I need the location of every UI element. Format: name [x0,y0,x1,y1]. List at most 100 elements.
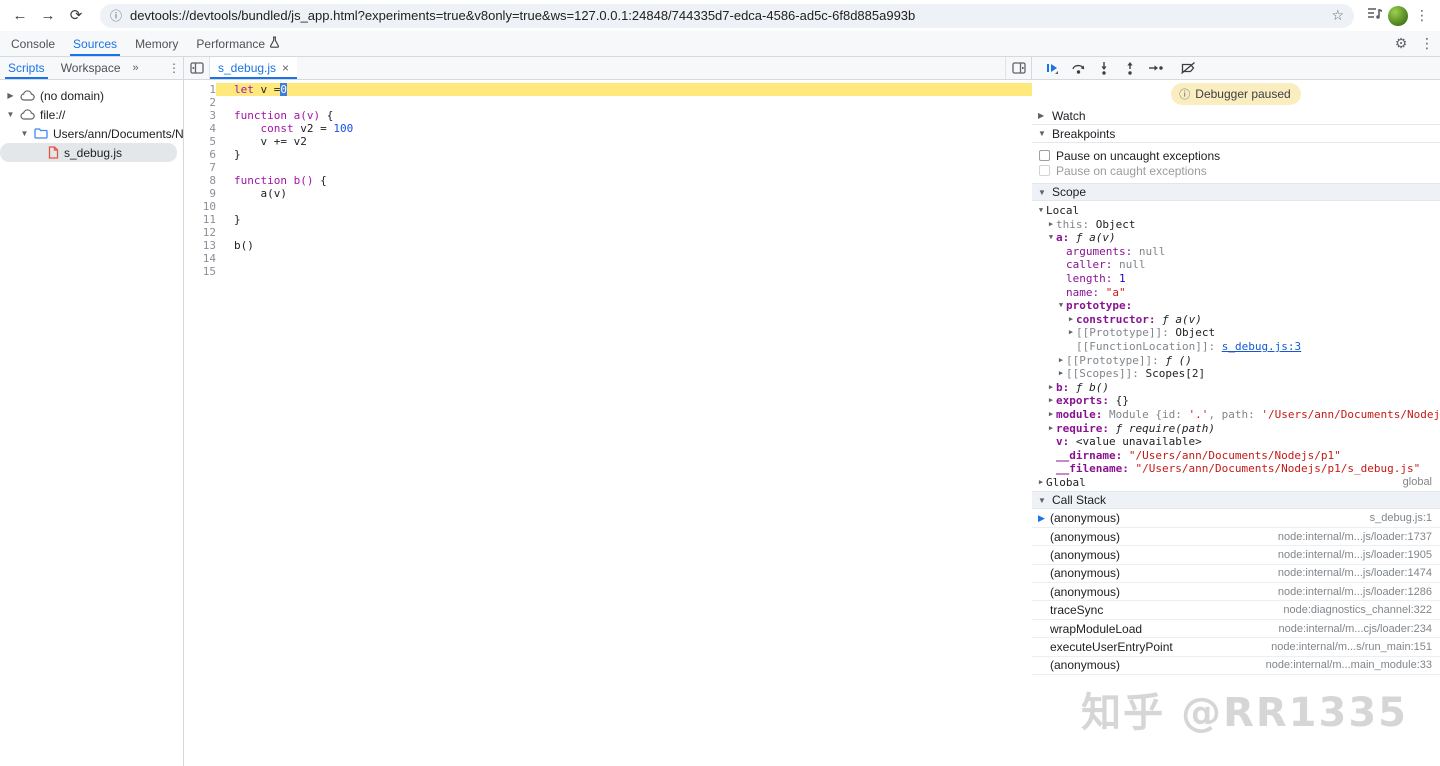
scope-key: caller: [1066,258,1119,272]
navigator-more-icon[interactable]: ⋮ [165,57,183,79]
pause-caught-exceptions-row[interactable]: Pause on caught exceptions [1032,163,1440,178]
code-line[interactable]: 4 const v2 = 100 [184,122,1032,135]
toggle-debugger-sidebar-icon[interactable] [1005,57,1031,79]
call-stack-frame[interactable]: (anonymous)node:internal/m...js/loader:1… [1032,546,1440,564]
scope-row[interactable]: ▶[[Scopes]]: Scopes[2] [1032,367,1440,381]
tab-performance[interactable]: Performance [187,31,289,56]
code-line[interactable]: 9 a(v) [184,187,1032,200]
url-text[interactable]: devtools://devtools/bundled/js_app.html?… [130,8,1323,23]
code-line[interactable]: 2 [184,96,1032,109]
tab-sources[interactable]: Sources [64,31,126,56]
call-stack-frame[interactable]: (anonymous)node:internal/m...js/loader:1… [1032,528,1440,546]
tab-console[interactable]: Console [2,31,64,56]
profile-avatar[interactable] [1388,6,1408,26]
scope-row[interactable]: ▶exports: {} [1032,394,1440,408]
pause-uncaught-exceptions-row[interactable]: Pause on uncaught exceptions [1032,148,1440,163]
scope-row[interactable]: __dirname: "/Users/ann/Documents/Nodejs/… [1032,449,1440,463]
bookmark-star-icon[interactable]: ☆ [1331,7,1344,24]
close-tab-icon[interactable]: × [282,61,289,75]
deactivate-breakpoints-icon[interactable] [1176,58,1200,78]
code-line[interactable]: 13b() [184,239,1032,252]
devtools-menu-icon[interactable]: ⋮ [1414,31,1440,56]
code-editor[interactable]: 1let v =023function a(v) {4 const v2 = 1… [184,80,1032,766]
tree-item-file-[interactable]: ▼file:// [0,105,183,124]
editor-tab-s-debug[interactable]: s_debug.js × [210,57,297,79]
tab-scripts[interactable]: Scripts [0,57,53,79]
code-line[interactable]: 8function b() { [184,174,1032,187]
forward-icon[interactable]: → [36,4,60,28]
checkbox-uncaught[interactable] [1039,150,1050,161]
scope-row[interactable]: ▶constructor: ƒ a(v) [1032,313,1440,327]
toggle-navigator-icon[interactable] [184,57,210,79]
checkbox-caught[interactable] [1039,165,1050,176]
url-bar[interactable]: ⓘ devtools://devtools/bundled/js_app.htm… [100,4,1354,28]
scope-row[interactable]: ▶this: Object [1032,218,1440,232]
code-line[interactable]: 11} [184,213,1032,226]
scope-row[interactable]: __filename: "/Users/ann/Documents/Nodejs… [1032,462,1440,476]
scope-value: 1 [1119,272,1126,286]
devtools-settings-gear-icon[interactable]: ⚙ [1388,31,1414,56]
scope-row[interactable]: ▶b: ƒ b() [1032,381,1440,395]
section-call-stack[interactable]: ▼ Call Stack [1032,491,1440,509]
code-line[interactable]: 10 [184,200,1032,213]
line-content: } [216,213,1032,226]
section-breakpoints[interactable]: ▼ Breakpoints [1032,125,1440,143]
call-stack-frame[interactable]: wrapModuleLoadnode:internal/m...cjs/load… [1032,620,1440,638]
browser-menu-icon[interactable]: ⋮ [1412,7,1432,24]
scope-row[interactable]: length: 1 [1032,272,1440,286]
scope-row[interactable]: ▶Globalglobal [1032,476,1440,490]
reload-icon[interactable]: ⟳ [64,4,88,28]
step-out-icon[interactable] [1118,58,1142,78]
call-stack-frame[interactable]: ▶(anonymous)s_debug.js:1 [1032,509,1440,527]
more-tabs-icon[interactable]: » [129,57,143,79]
code-line[interactable]: 6} [184,148,1032,161]
frame-name: wrapModuleLoad [1050,622,1142,636]
expand-icon: ▼ [1056,299,1066,313]
scope-row[interactable]: name: "a" [1032,286,1440,300]
scope-row[interactable]: ▶[[Prototype]]: Object [1032,326,1440,340]
tab-memory[interactable]: Memory [126,31,187,56]
call-stack-frame[interactable]: executeUserEntryPointnode:internal/m...s… [1032,638,1440,656]
info-icon: ⓘ [1179,86,1190,102]
code-line[interactable]: 14 [184,252,1032,265]
media-controls-icon[interactable] [1366,5,1384,26]
scope-row[interactable]: [[FunctionLocation]]: s_debug.js:3 [1032,340,1440,354]
scope-key: b: [1056,381,1076,395]
page-info-icon[interactable]: ⓘ [110,7,122,24]
code-line[interactable]: 5 v += v2 [184,135,1032,148]
section-scope[interactable]: ▼ Scope [1032,183,1440,201]
folder-icon [34,128,48,139]
code-line[interactable]: 15 [184,265,1032,278]
tab-workspace[interactable]: Workspace [53,57,129,79]
frame-name: (anonymous) [1050,511,1120,525]
function-location-link[interactable]: s_debug.js:3 [1222,340,1301,354]
scope-row[interactable]: ▼a: ƒ a(v) [1032,231,1440,245]
collapse-icon: ▶ [1046,394,1056,408]
code-line[interactable]: 1let v =0 [184,83,1032,96]
call-stack-frame[interactable]: traceSyncnode:diagnostics_channel:322 [1032,601,1440,619]
section-watch[interactable]: ▶ Watch [1032,107,1440,125]
scope-row[interactable]: arguments: null [1032,245,1440,259]
scope-row[interactable]: ▶module: Module {id: '.', path: '/Users/… [1032,408,1440,422]
call-stack-frame[interactable]: (anonymous)node:internal/m...js/loader:1… [1032,565,1440,583]
scope-row[interactable]: caller: null [1032,258,1440,272]
step-over-icon[interactable] [1066,58,1090,78]
code-line[interactable]: 3function a(v) { [184,109,1032,122]
scope-row[interactable]: ▼prototype: [1032,299,1440,313]
scope-row[interactable]: v: <value unavailable> [1032,435,1440,449]
tree-item-users-ann-documents-n-[interactable]: ▼Users/ann/Documents/N... [0,124,183,143]
back-icon[interactable]: ← [8,4,32,28]
scope-row[interactable]: ▶[[Prototype]]: ƒ () [1032,354,1440,368]
scope-row[interactable]: ▼Local [1032,204,1440,218]
experiment-flask-icon [269,36,280,51]
code-line[interactable]: 7 [184,161,1032,174]
tree-item-s-debug-js[interactable]: s_debug.js [0,143,177,162]
call-stack-frame[interactable]: (anonymous)node:internal/m...main_module… [1032,657,1440,675]
tree-item--no-domain-[interactable]: ▶(no domain) [0,86,183,105]
scope-row[interactable]: ▶require: ƒ require(path) [1032,422,1440,436]
resume-script-icon[interactable] [1040,58,1064,78]
step-icon[interactable] [1144,58,1168,78]
code-line[interactable]: 12 [184,226,1032,239]
step-into-icon[interactable] [1092,58,1116,78]
call-stack-frame[interactable]: (anonymous)node:internal/m...js/loader:1… [1032,583,1440,601]
